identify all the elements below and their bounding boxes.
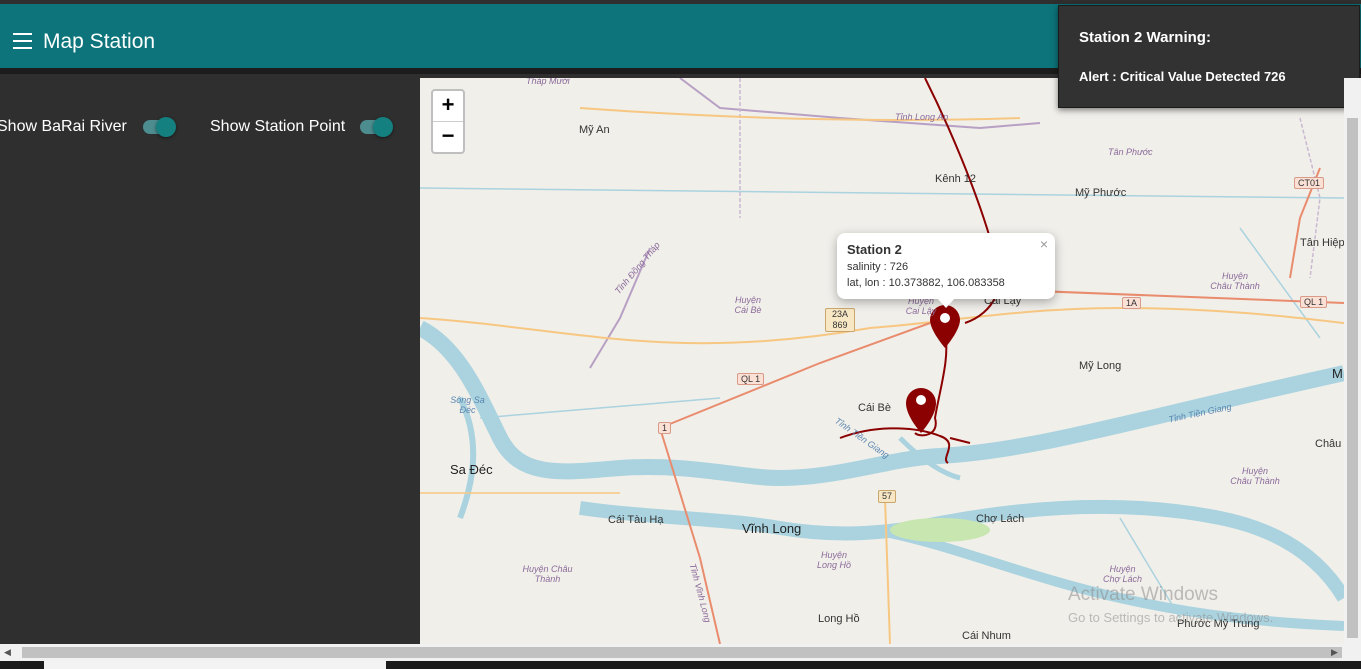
scroll-left-icon[interactable]: ◀ — [4, 647, 11, 658]
map-label: Mỹ Phước — [1075, 187, 1127, 199]
map-label: Huyện Cai Lậy — [905, 296, 937, 316]
map-label: Vĩnh Long — [742, 521, 802, 536]
toggle-station-point[interactable] — [357, 117, 393, 137]
map-label: Sông Sa Đéc — [450, 395, 485, 415]
map-label: Kênh 12 — [935, 173, 976, 185]
map-label: Huyện Châu Thành — [522, 564, 573, 584]
station-popup: Station 2 salinity : 726 lat, lon : 10.3… — [837, 233, 1055, 299]
alert-title: Station 2 Warning: — [1079, 29, 1211, 46]
map-label: Cái Bè — [858, 402, 892, 414]
road-shield: 57 — [878, 490, 897, 503]
zoom-control: + − — [431, 89, 465, 154]
warning-alert: Station 2 Warning: Alert : Critical Valu… — [1058, 5, 1360, 108]
vertical-scrollbar[interactable] — [1344, 78, 1361, 644]
popup-salinity: salinity : 726 — [847, 261, 909, 273]
road-shield: 23A 869 — [825, 308, 855, 332]
map-label: Tân Hiệp — [1300, 237, 1344, 249]
map-label: Tỉnh Long An — [895, 112, 949, 122]
horizontal-scrollbar[interactable]: ◀ ▶ — [0, 644, 1361, 661]
popup-title: Station 2 — [847, 242, 902, 257]
map-label: Mỹ Long — [1079, 360, 1122, 372]
toggle-label-station-point: Show Station Point — [210, 118, 346, 135]
map-label: Cái Nhum — [962, 630, 1011, 642]
map-label: Tân Phước — [1108, 147, 1153, 157]
close-icon[interactable]: × — [1040, 236, 1048, 252]
activate-windows-watermark: Activate Windows — [1068, 584, 1218, 605]
app-title: Map Station — [43, 30, 156, 53]
map-label: Huyện Cái Bè — [734, 295, 762, 315]
sidebar — [0, 74, 420, 644]
map-label: Sa Đéc — [450, 462, 493, 477]
road-shield: QL 1 — [737, 373, 765, 385]
map-label: Tháp Mười — [526, 78, 570, 86]
map-label: Châu — [1315, 438, 1342, 450]
alert-message: Alert : Critical Value Detected 726 — [1079, 69, 1286, 84]
zoom-out-button[interactable]: − — [433, 122, 463, 152]
map-label: Long Hồ — [818, 613, 860, 625]
toggle-label-barai-river: Show BaRai River — [0, 118, 127, 135]
map-tiles — [420, 78, 1344, 644]
map-label: Huyện Châu Thành — [1230, 466, 1280, 486]
map-label: Chợ Lách — [976, 513, 1025, 525]
map-view[interactable]: + − Tháp Mười Mỹ An Tỉnh Long An Kênh 12… — [420, 78, 1344, 644]
road-shield: 1 — [658, 422, 672, 434]
activate-windows-hint: Go to Settings to activate Windows. — [1068, 610, 1274, 625]
popup-latlon: lat, lon : 10.373882, 106.083358 — [847, 277, 1005, 289]
map-label: Huyện Châu Thành — [1210, 271, 1260, 291]
scroll-right-icon[interactable]: ▶ — [1331, 647, 1338, 658]
road-shield: CT01 — [1294, 177, 1325, 189]
road-shield: QL 1 — [1300, 296, 1328, 308]
popup-tip — [937, 298, 955, 308]
map-label: Mỹ An — [579, 124, 610, 136]
map-label: Huyện Chợ Lách — [1103, 564, 1142, 584]
map-label: M — [1332, 366, 1343, 381]
station-1-marker — [906, 388, 936, 433]
toggle-barai-river[interactable] — [140, 117, 176, 137]
road-shield: 1A — [1122, 297, 1142, 309]
map-label: Cái Tàu Hạ — [608, 514, 664, 526]
zoom-in-button[interactable]: + — [433, 91, 463, 121]
taskbar — [0, 661, 1361, 669]
hamburger-menu-icon[interactable] — [13, 33, 32, 49]
map-label: Huyện Long Hồ — [816, 550, 852, 570]
